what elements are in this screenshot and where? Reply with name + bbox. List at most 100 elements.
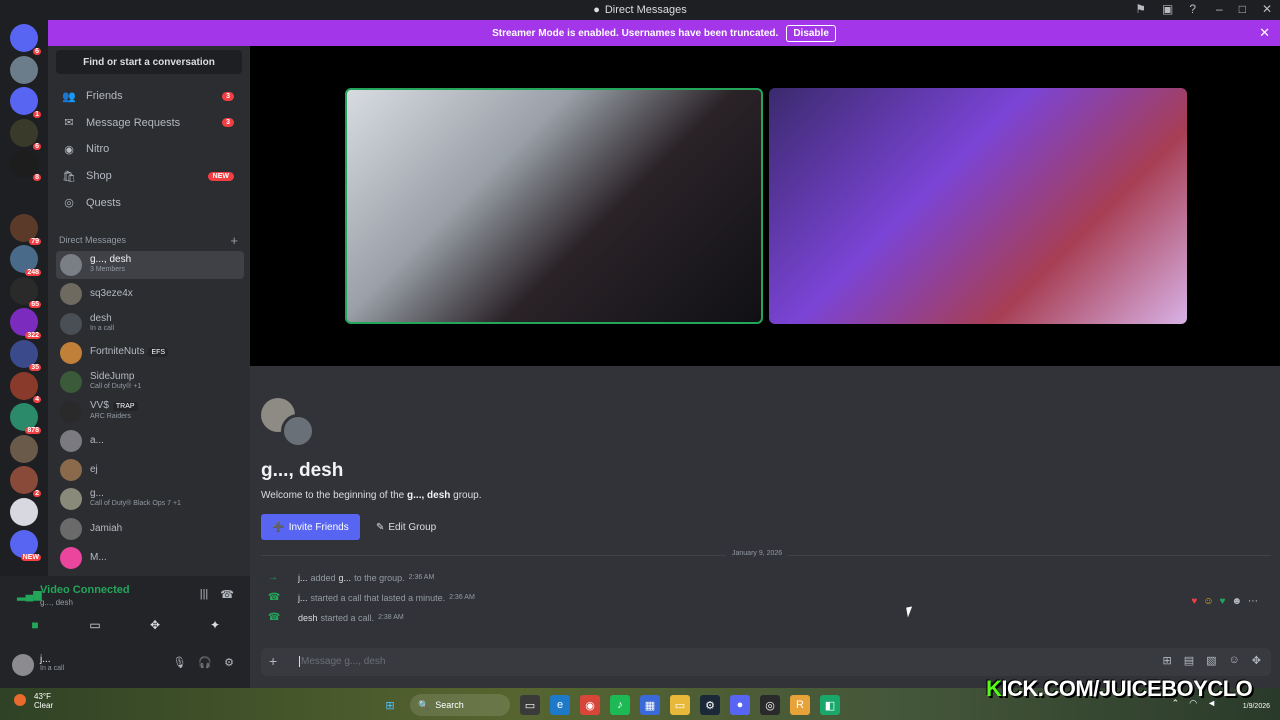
more-options-icon[interactable]: ⋯ [1248, 596, 1258, 607]
close-window-icon[interactable]: ✕ [1262, 2, 1272, 16]
message-author[interactable]: j... [298, 593, 308, 603]
mute-icon[interactable]: 🎙 [172, 656, 186, 669]
find-conversation-button[interactable]: Find or start a conversation [56, 50, 242, 74]
green-heart-reaction-icon[interactable]: ♥ [1220, 596, 1226, 607]
server-icon[interactable]: 35 [10, 340, 41, 371]
server-icon[interactable]: 2 [10, 466, 41, 498]
nav-shop[interactable]: 🛍 Shop NEW [56, 164, 242, 188]
minimize-icon[interactable]: – [1216, 2, 1223, 16]
nav-nitro[interactable]: ◉ Nitro [56, 137, 242, 161]
start-button[interactable]: ⊞ [380, 695, 400, 715]
video-tile-2[interactable] [769, 88, 1187, 324]
spotify-icon[interactable]: ♪ [610, 695, 630, 715]
activities-button[interactable]: ✥ [130, 614, 180, 636]
dm-item[interactable]: FortniteNuts EFS [56, 339, 244, 367]
server-badge: 322 [25, 332, 41, 340]
obs-icon[interactable]: ◎ [760, 695, 780, 715]
soundboard-button[interactable]: ✦ [190, 614, 240, 636]
voice-group[interactable]: g..., desh [40, 598, 73, 607]
dm-item[interactable]: g... Call of Duty® Black Ops 7 +1 [56, 485, 244, 513]
steam-icon[interactable]: ⚙ [700, 695, 720, 715]
server-icon[interactable]: 65 [10, 276, 41, 308]
server-icon[interactable]: 79 [10, 213, 41, 245]
deafen-icon[interactable]: 🎧 [198, 656, 212, 669]
noise-suppression-icon[interactable]: ||| [200, 588, 209, 601]
dm-name: FortniteNuts EFS [90, 347, 169, 358]
taskbar-search[interactable]: 🔍 Search [410, 694, 510, 716]
server-icon[interactable]: 6 [10, 118, 41, 150]
app-icon[interactable]: R [790, 695, 810, 715]
dm-item[interactable]: g..., desh 3 Members [56, 251, 244, 279]
server-icon[interactable]: 6 [10, 24, 41, 55]
server-icon[interactable]: 322 [10, 308, 41, 340]
emoji-icon[interactable]: ☺ [1229, 654, 1240, 667]
add-user-icon: ➕ [272, 521, 285, 533]
heart-reaction-icon[interactable]: ♥ [1191, 596, 1197, 607]
welcome-suffix: group. [453, 490, 482, 501]
dm-item[interactable]: M... [56, 544, 244, 572]
disconnect-icon[interactable]: ☎ [220, 588, 234, 601]
apps-icon[interactable]: ✥ [1252, 654, 1261, 667]
close-banner-icon[interactable]: ✕ [1259, 25, 1270, 41]
invite-friends-button[interactable]: ➕ Invite Friends [261, 514, 360, 540]
inbox-icon[interactable]: ▣ [1162, 2, 1173, 16]
nav-message-requests[interactable]: ✉ Message Requests 3 [56, 111, 242, 135]
dm-item[interactable]: a... [56, 427, 244, 455]
camera-app-icon[interactable]: ◧ [820, 695, 840, 715]
add-reaction-icon[interactable]: ☻ [1231, 596, 1242, 607]
avatar [60, 341, 82, 364]
dm-item[interactable]: sq3eze4x [56, 280, 244, 308]
server-icon[interactable]: 878 [10, 403, 41, 435]
server-icon[interactable]: 8 [10, 150, 41, 182]
nav-quests[interactable]: ◎ Quests [56, 191, 242, 215]
date-label: January 9, 2026 [726, 550, 789, 557]
store-icon[interactable]: ▦ [640, 695, 660, 715]
server-icon[interactable] [10, 498, 38, 526]
laugh-reaction-icon[interactable]: ☺ [1203, 596, 1213, 607]
create-dm-icon[interactable]: + [230, 233, 238, 248]
dm-name: Jamiah [90, 522, 123, 534]
edge-icon[interactable]: e [550, 695, 570, 715]
screen-share-button[interactable]: ▭ [70, 614, 120, 636]
dm-item[interactable]: SideJump Call of Duty® +1 [56, 368, 244, 396]
message-input-bar: + Message g..., desh ⊞ ▤ ▧ ☺ ✥ [261, 648, 1271, 676]
message-author[interactable]: desh [298, 613, 318, 623]
nav-friends[interactable]: 👥 Friends 3 [56, 84, 242, 108]
settings-icon[interactable]: ⚙ [224, 656, 234, 669]
message-text: added [310, 572, 336, 583]
weather-widget[interactable]: 43°F Clear [14, 692, 53, 710]
dm-name: SideJump [90, 371, 135, 383]
taskview-icon[interactable]: ▭ [520, 695, 540, 715]
edit-group-button[interactable]: ✎ Edit Group [376, 514, 446, 540]
disable-streamer-mode-button[interactable]: Disable [786, 24, 836, 42]
user-avatar[interactable] [12, 654, 34, 676]
chrome-icon[interactable]: ◉ [580, 695, 600, 715]
explorer-icon[interactable]: ▭ [670, 695, 690, 715]
group-avatar-2 [281, 414, 315, 448]
dm-item[interactable]: VV$ TRAP ARC Raiders [56, 398, 244, 426]
message-target[interactable]: g... [339, 573, 352, 583]
server-icon[interactable]: 4 [10, 371, 41, 403]
attach-icon[interactable]: + [269, 653, 277, 669]
dm-name: a... [90, 434, 104, 446]
server-icon[interactable] [10, 182, 38, 210]
help-icon[interactable]: ? [1189, 2, 1196, 16]
maximize-icon[interactable]: □ [1239, 2, 1246, 16]
server-icon[interactable] [10, 434, 38, 463]
gif-icon[interactable]: ▤ [1184, 654, 1194, 667]
dm-item[interactable]: ej [56, 456, 244, 484]
dm-item[interactable]: Jamiah [56, 515, 244, 543]
server-icon[interactable] [10, 55, 38, 84]
server-icon[interactable]: 248 [10, 245, 41, 277]
message-author[interactable]: j... [298, 573, 308, 583]
flag-icon[interactable]: ⚑ [1135, 2, 1146, 16]
discord-taskbar-icon[interactable]: ● [730, 695, 750, 715]
camera-button[interactable]: ■ [10, 614, 60, 636]
server-icon[interactable]: 1 [10, 87, 41, 119]
message-input[interactable]: Message g..., desh [299, 656, 386, 667]
gift-icon[interactable]: ⊞ [1163, 654, 1172, 667]
video-tile-1[interactable] [345, 88, 763, 324]
server-icon[interactable]: NEW [10, 529, 41, 561]
dm-item[interactable]: desh In a call [56, 310, 244, 338]
sticker-icon[interactable]: ▧ [1206, 654, 1216, 667]
